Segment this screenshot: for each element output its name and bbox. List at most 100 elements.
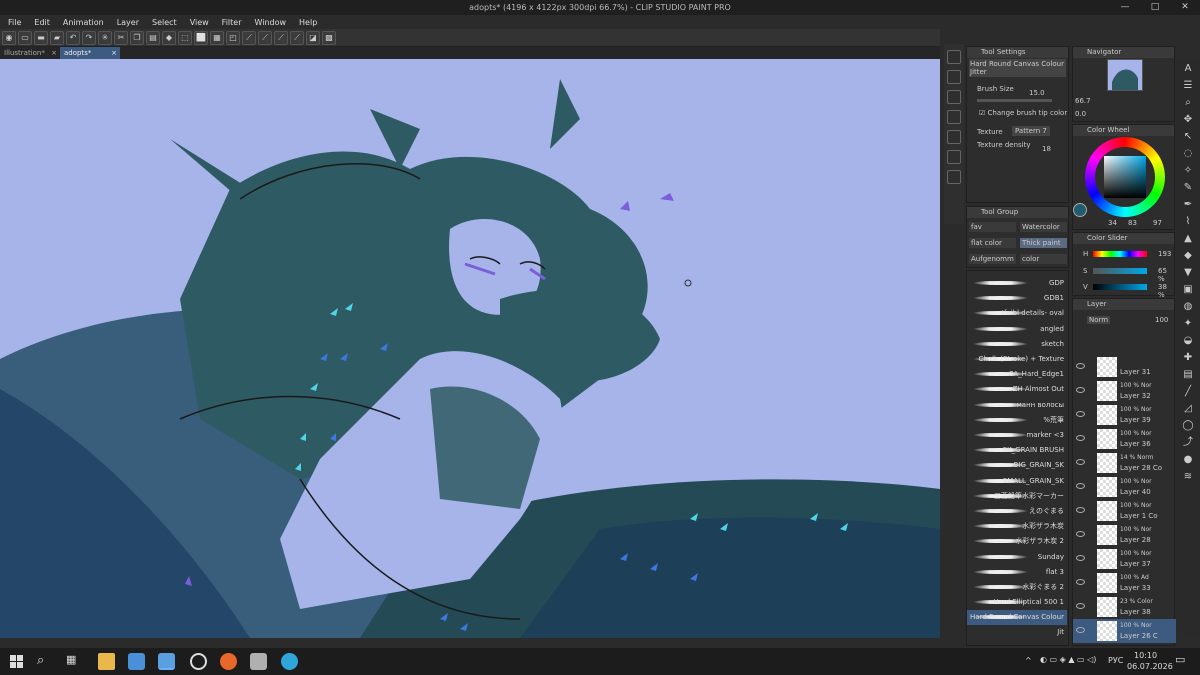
brush-item[interactable]: Sunday bbox=[967, 550, 1067, 565]
eye-icon[interactable] bbox=[1076, 363, 1085, 369]
brush-item[interactable]: 三菱鉛筆水彩マーカー bbox=[967, 489, 1067, 504]
brush-size-slider[interactable] bbox=[977, 99, 1052, 102]
brush-name[interactable]: Hard Round Canvas Colour Jitter bbox=[969, 59, 1066, 77]
layer-row[interactable]: 100 % Nor Layer 28 bbox=[1073, 523, 1176, 547]
layer-row[interactable]: 14 % Norm Layer 28 Co bbox=[1073, 451, 1176, 475]
layer-row[interactable]: 100 % Nor Layer 26 C bbox=[1073, 619, 1176, 643]
language-indicator[interactable]: РУС bbox=[1108, 656, 1123, 665]
brush-item[interactable]: Chalk (Stroke) + Texture bbox=[967, 352, 1067, 367]
layer-row[interactable]: 23 % Color Layer 38 bbox=[1073, 595, 1176, 619]
brush-item[interactable]: SK_GRAIN BRUSH bbox=[967, 443, 1067, 458]
opacity-value[interactable]: 100 bbox=[1155, 316, 1168, 324]
brush-item[interactable]: Hard Elliptical 500 1 bbox=[967, 595, 1067, 610]
h-value[interactable]: 193 bbox=[1158, 250, 1171, 258]
layer-row[interactable]: 100 % Nor Layer 36 bbox=[1073, 427, 1176, 451]
brush-item[interactable]: 水彩ザラ木炭 2 bbox=[967, 534, 1067, 549]
layer-row[interactable]: 100 % Nor Layer 37 bbox=[1073, 547, 1176, 571]
tool-icon[interactable]: ↖ bbox=[1181, 130, 1195, 144]
clear-icon[interactable]: ✳ bbox=[98, 30, 112, 45]
tool-icon[interactable]: ✎ bbox=[1181, 181, 1195, 195]
saturation-slider[interactable] bbox=[1093, 268, 1147, 274]
windows-start-icon[interactable] bbox=[8, 653, 25, 670]
eye-icon[interactable] bbox=[1076, 579, 1085, 585]
brush-item[interactable]: ZH Almost Out bbox=[967, 382, 1067, 397]
tool-icon[interactable]: ✧ bbox=[1181, 164, 1195, 178]
brush-item[interactable]: Hard Round Canvas Colour Jit bbox=[967, 610, 1067, 636]
eye-icon[interactable] bbox=[1076, 603, 1085, 609]
brush-item[interactable]: 水彩ザラ木炭 bbox=[967, 519, 1067, 534]
brush-item[interactable]: CA_Hard_Edge1 bbox=[967, 367, 1067, 382]
transform-icon[interactable]: ⬚ bbox=[178, 30, 192, 45]
group-fav[interactable]: fav bbox=[969, 222, 1016, 232]
search-icon[interactable]: ⌕ bbox=[37, 653, 54, 670]
tool-icon[interactable]: ☰ bbox=[1181, 79, 1195, 93]
clip-studio-icon[interactable] bbox=[128, 653, 145, 670]
brush-item[interactable]: SMALL_GRAIN_SK bbox=[967, 474, 1067, 489]
tool-icon[interactable]: ▤ bbox=[1181, 368, 1195, 382]
tool-icon[interactable]: ✦ bbox=[1181, 317, 1195, 331]
tool-icon[interactable]: ╱ bbox=[1181, 385, 1195, 399]
brush-item[interactable]: BIG_GRAIN_SK bbox=[967, 458, 1067, 473]
menu-animation[interactable]: Animation bbox=[63, 18, 104, 27]
brush-item[interactable]: angled bbox=[967, 322, 1067, 337]
close-button[interactable]: ✕ bbox=[1170, 0, 1200, 15]
tool-icon[interactable]: ● bbox=[1181, 453, 1195, 467]
snap-special-icon[interactable]: ⟋ bbox=[290, 30, 304, 45]
auto-action-icon[interactable] bbox=[947, 170, 961, 184]
tool-icon[interactable]: ≋ bbox=[1181, 470, 1195, 484]
snap-icon[interactable]: ⟋ bbox=[258, 30, 272, 45]
tool-icon[interactable]: A bbox=[1181, 62, 1195, 76]
undo-icon[interactable]: ↶ bbox=[66, 30, 80, 45]
rotation-value[interactable]: 0.0 bbox=[1075, 110, 1086, 118]
tray-icons[interactable]: ◐ ▭ ◈ ▲ ▭ ◁) bbox=[1040, 655, 1096, 664]
zoom-value[interactable]: 66.7 bbox=[1075, 97, 1091, 105]
eye-icon[interactable] bbox=[1076, 387, 1085, 393]
menu-view[interactable]: View bbox=[190, 18, 209, 27]
eye-icon[interactable] bbox=[1076, 507, 1085, 513]
group-flat-color[interactable]: flat color bbox=[969, 238, 1016, 248]
tray-expand-icon[interactable]: ^ bbox=[1025, 656, 1032, 665]
close-tab-icon[interactable]: × bbox=[111, 47, 117, 59]
layer-row[interactable]: Layer 31 bbox=[1073, 355, 1176, 379]
deselect-icon[interactable]: ⬜ bbox=[194, 30, 208, 45]
group-thick-paint[interactable]: Thick paint bbox=[1020, 238, 1067, 248]
tab-adopts[interactable]: adopts* × bbox=[60, 47, 120, 59]
value-slider[interactable] bbox=[1093, 284, 1147, 290]
blend-mode-select[interactable]: Norm bbox=[1087, 316, 1111, 324]
tool-icon[interactable]: ▣ bbox=[1181, 283, 1195, 297]
open-folder-icon[interactable]: ▬ bbox=[34, 30, 48, 45]
menu-filter[interactable]: Filter bbox=[222, 18, 242, 27]
tab-illustration[interactable]: Illustration* × bbox=[0, 47, 60, 59]
eye-icon[interactable] bbox=[1076, 555, 1085, 561]
paste-icon[interactable]: ▤ bbox=[146, 30, 160, 45]
tool-icon[interactable]: ◿ bbox=[1181, 402, 1195, 416]
drawing-canvas[interactable] bbox=[0, 59, 940, 638]
brush-item[interactable]: GDB1 bbox=[967, 291, 1067, 306]
grid-icon[interactable]: ▩ bbox=[322, 30, 336, 45]
eye-icon[interactable] bbox=[1076, 627, 1085, 633]
brush-item[interactable]: sketch bbox=[967, 337, 1067, 352]
item-bank-icon[interactable] bbox=[947, 150, 961, 164]
task-view-icon[interactable]: ▦ bbox=[66, 653, 83, 670]
brush-size-value[interactable]: 15.0 bbox=[1029, 89, 1045, 97]
fill-icon[interactable]: ◆ bbox=[162, 30, 176, 45]
brush-item[interactable]: %荒筆 bbox=[967, 413, 1067, 428]
layer-row[interactable]: 100 % Nor Layer 32 bbox=[1073, 379, 1176, 403]
tool-icon[interactable]: ✚ bbox=[1181, 351, 1195, 365]
navigator-preview[interactable] bbox=[1107, 59, 1143, 91]
clip-studio-paint-icon[interactable] bbox=[158, 653, 175, 670]
current-color-swatch[interactable] bbox=[1073, 203, 1087, 217]
tool-icon[interactable]: ⤴ bbox=[1181, 436, 1195, 450]
redo-icon[interactable]: ↷ bbox=[82, 30, 96, 45]
brush-item[interactable]: marker <3 bbox=[967, 428, 1067, 443]
file-explorer-icon[interactable] bbox=[98, 653, 115, 670]
tool-icon[interactable]: ◆ bbox=[1181, 249, 1195, 263]
brush-item[interactable]: tfaibl details- oval bbox=[967, 306, 1067, 321]
telegram-icon[interactable] bbox=[281, 653, 298, 670]
eye-icon[interactable] bbox=[1076, 483, 1085, 489]
reference-icon[interactable]: ◪ bbox=[306, 30, 320, 45]
snap-grid-icon[interactable]: ⟋ bbox=[274, 30, 288, 45]
tool-icon[interactable]: ◌ bbox=[1181, 147, 1195, 161]
group-watercolor[interactable]: Watercolor bbox=[1020, 222, 1067, 232]
group-aufgenomm[interactable]: Aufgenomm bbox=[969, 254, 1016, 264]
